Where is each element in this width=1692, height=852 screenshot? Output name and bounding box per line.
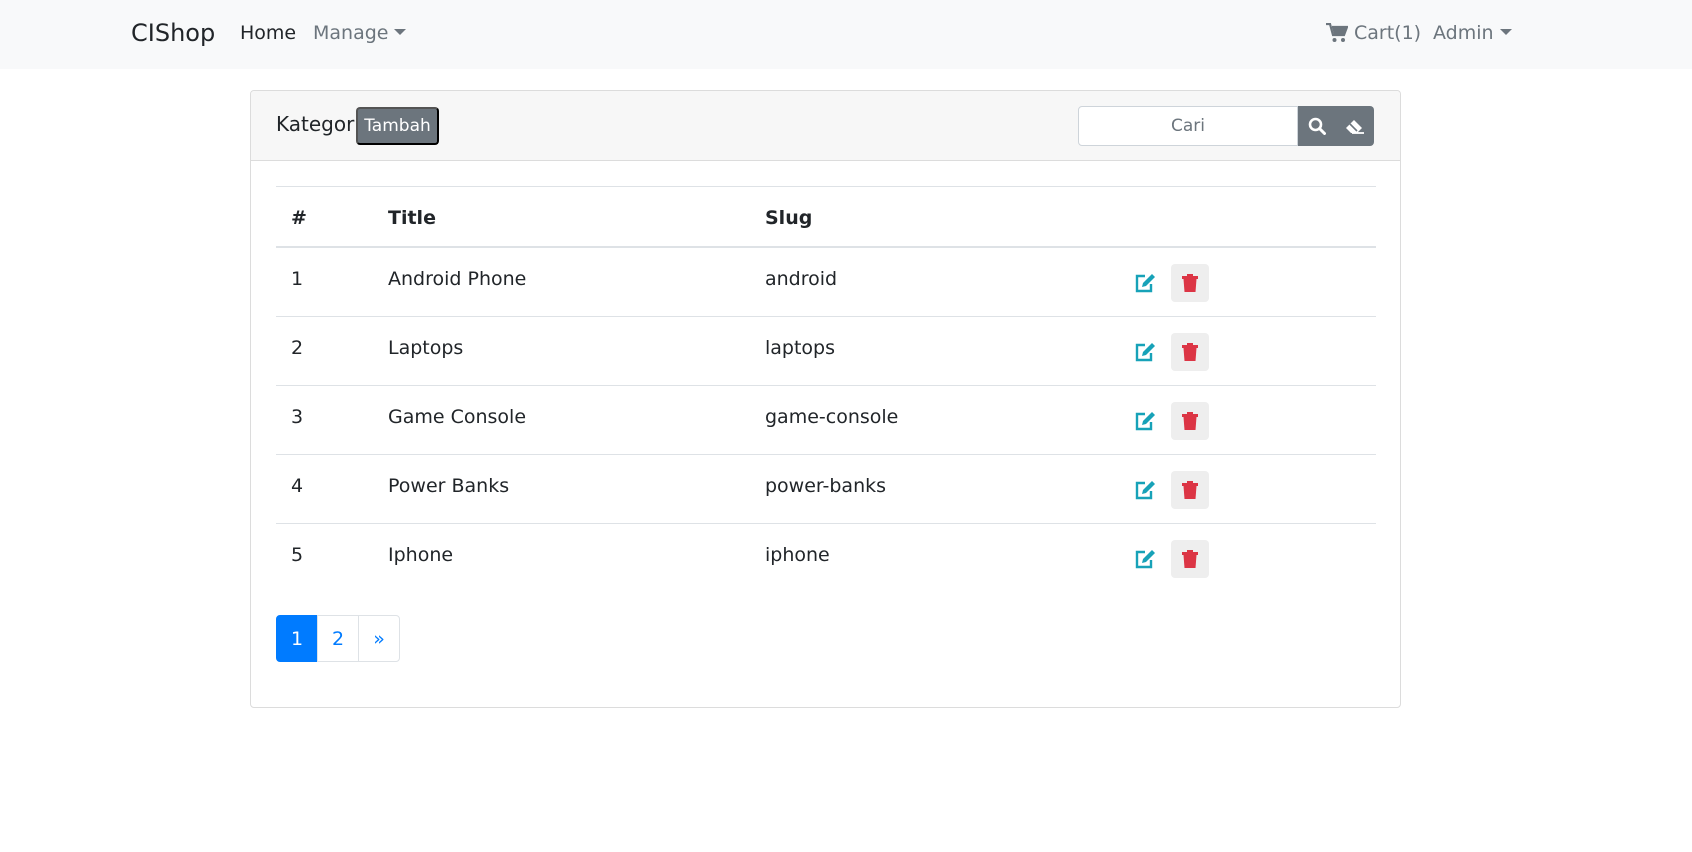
delete-button[interactable]: [1171, 402, 1209, 440]
edit-icon: [1135, 481, 1155, 500]
page-link-1[interactable]: 1: [276, 615, 318, 662]
header-title: Title: [388, 207, 436, 229]
edit-icon: [1135, 550, 1155, 569]
search-icon: [1308, 117, 1326, 135]
table-header-row: # Title Slug: [276, 186, 1376, 248]
cart-label: Cart(1): [1354, 22, 1422, 44]
row-title: Android Phone: [388, 268, 527, 290]
nav-manage-dropdown[interactable]: Manage: [313, 22, 407, 44]
nav-admin-dropdown[interactable]: Admin: [1433, 22, 1512, 44]
edit-button[interactable]: [1128, 542, 1162, 576]
card-header: Kategori Tambah Cari: [251, 91, 1400, 161]
delete-button[interactable]: [1171, 333, 1209, 371]
delete-button[interactable]: [1171, 540, 1209, 578]
trash-icon: [1182, 412, 1198, 430]
edit-button[interactable]: [1128, 266, 1162, 300]
edit-button[interactable]: [1128, 335, 1162, 369]
edit-button[interactable]: [1128, 473, 1162, 507]
table-row: 4 Power Banks power-banks: [276, 455, 1376, 524]
row-number: 1: [291, 268, 304, 290]
delete-button[interactable]: [1171, 264, 1209, 302]
row-title: Iphone: [388, 544, 454, 566]
clear-search-button[interactable]: [1336, 106, 1374, 146]
row-number: 4: [291, 475, 304, 497]
row-number: 5: [291, 544, 304, 566]
page-link-next[interactable]: »: [358, 615, 400, 662]
row-slug: power-banks: [765, 475, 887, 497]
brand-logo[interactable]: CIShop: [131, 19, 215, 47]
pagination: 1 2 »: [276, 615, 400, 662]
nav-admin-label: Admin: [1433, 22, 1494, 44]
delete-button[interactable]: [1171, 471, 1209, 509]
cart-icon: [1326, 23, 1348, 42]
row-title: Laptops: [388, 337, 464, 359]
row-slug: iphone: [765, 544, 830, 566]
header-number: #: [291, 207, 307, 229]
row-slug: laptops: [765, 337, 836, 359]
row-slug: android: [765, 268, 838, 290]
edit-icon: [1135, 274, 1155, 293]
row-title: Power Banks: [388, 475, 510, 497]
edit-icon: [1135, 412, 1155, 431]
add-category-button[interactable]: Tambah: [356, 107, 439, 145]
row-number: 3: [291, 406, 304, 428]
nav-manage-label: Manage: [313, 22, 389, 44]
header-slug: Slug: [765, 207, 813, 229]
edit-icon: [1135, 343, 1155, 362]
trash-icon: [1182, 274, 1198, 292]
table-row: 5 Iphone iphone: [276, 524, 1376, 593]
nav-home-link[interactable]: Home: [240, 22, 296, 44]
search-button[interactable]: [1298, 106, 1336, 146]
search-input[interactable]: Cari: [1078, 106, 1298, 146]
navbar: CIShop Home Manage Cart(1) Admin: [0, 0, 1692, 69]
row-slug: game-console: [765, 406, 899, 428]
chevron-down-icon: [394, 28, 407, 35]
category-card: Kategori Tambah Cari # Title Slug 1 Andr…: [250, 90, 1401, 708]
trash-icon: [1182, 481, 1198, 499]
table-row: 3 Game Console game-console: [276, 386, 1376, 455]
table-row: 2 Laptops laptops: [276, 317, 1376, 386]
trash-icon: [1182, 550, 1198, 568]
nav-cart-link[interactable]: Cart(1): [1326, 22, 1421, 44]
table-row: 1 Android Phone android: [276, 248, 1376, 317]
chevron-down-icon: [1499, 28, 1512, 35]
row-title: Game Console: [388, 406, 527, 428]
row-number: 2: [291, 337, 304, 359]
eraser-icon: [1346, 120, 1364, 134]
trash-icon: [1182, 343, 1198, 361]
card-title: Kategori: [276, 112, 360, 136]
page-link-2[interactable]: 2: [317, 615, 359, 662]
edit-button[interactable]: [1128, 404, 1162, 438]
